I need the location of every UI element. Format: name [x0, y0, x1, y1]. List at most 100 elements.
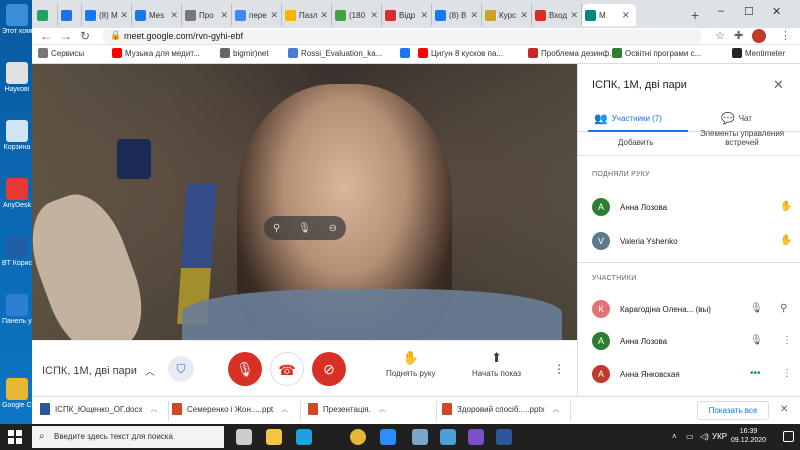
network-icon[interactable]: ▭: [686, 432, 694, 441]
tab-close-icon[interactable]: ✕: [520, 10, 528, 21]
meeting-details-button[interactable]: ІСПК, 1М, дві пари ︿: [42, 363, 155, 379]
download-item[interactable]: ІСПК_Ющенко_ОГ.docx ︿: [40, 403, 158, 415]
bookmark-item[interactable]: Освітні програми с...: [612, 48, 701, 58]
browser-tab[interactable]: М ✕: [582, 4, 636, 26]
desktop-icon[interactable]: Корзина: [2, 120, 32, 152]
maximize-icon[interactable]: ☐: [744, 5, 754, 18]
tab-close-icon[interactable]: ✕: [320, 10, 328, 21]
close-panel-icon[interactable]: ✕: [773, 77, 784, 93]
pin-icon[interactable]: ⚲: [273, 223, 280, 234]
more-options-icon[interactable]: ⋮: [782, 335, 792, 346]
audio-level-icon[interactable]: •••: [750, 368, 761, 379]
tab-close-icon[interactable]: ✕: [470, 10, 478, 21]
video-tile[interactable]: ⚲ 🎙 ⊖: [32, 64, 577, 340]
browser-tab[interactable]: Про ✕: [182, 4, 232, 26]
desktop-icon[interactable]: Google Chrome: [2, 378, 32, 410]
chevron-up-icon[interactable]: ︿: [379, 404, 386, 414]
tab-close-icon[interactable]: ✕: [170, 10, 178, 21]
raise-hand-button[interactable]: ✋ Поднять руку: [386, 350, 435, 378]
tab-close-icon[interactable]: ✕: [622, 10, 630, 21]
image-icon[interactable]: [412, 429, 428, 445]
address-bar[interactable]: 🔒 meet.google.com/rvn-gyhi-ebf: [102, 29, 702, 44]
mic-off-icon[interactable]: 🎙: [750, 303, 763, 314]
forward-icon[interactable]: →: [60, 29, 72, 43]
remove-icon[interactable]: ⊖: [329, 223, 337, 234]
more-options-icon[interactable]: ⋮: [553, 362, 565, 376]
bookmark-item[interactable]: Сервисы: [38, 48, 84, 58]
viber-icon[interactable]: [468, 429, 484, 445]
bookmark-item[interactable]: Mentimeter: [732, 48, 785, 58]
shield-icon[interactable]: ⛉: [168, 356, 194, 382]
tab-close-icon[interactable]: ✕: [120, 10, 128, 21]
close-downloads-icon[interactable]: ✕: [780, 404, 788, 415]
browser-tab[interactable]: [34, 4, 58, 26]
more-options-icon[interactable]: ⋮: [782, 368, 792, 379]
show-all-downloads-button[interactable]: Показать все: [697, 401, 769, 420]
tab-close-icon[interactable]: ✕: [220, 10, 228, 21]
present-button[interactable]: ⬆ Начать показ: [472, 350, 521, 378]
browser-tab[interactable]: (8) M ✕: [82, 4, 132, 26]
chrome-icon[interactable]: [350, 429, 366, 445]
mic-off-icon[interactable]: 🎙: [750, 335, 763, 346]
chevron-up-icon[interactable]: ︿: [151, 404, 158, 414]
browser-tab[interactable]: (8) B ✕: [432, 4, 482, 26]
browser-tab[interactable]: Пазл ✕: [282, 4, 332, 26]
mic-off-button[interactable]: 🎙: [228, 352, 262, 386]
bookmark-item[interactable]: Музыка для медит...: [112, 48, 200, 58]
tab-close-icon[interactable]: ✕: [270, 10, 278, 21]
new-tab-button[interactable]: +: [691, 7, 699, 23]
leave-call-button[interactable]: ☎: [270, 352, 304, 386]
desktop-icon[interactable]: Этот компьютер: [2, 4, 32, 36]
notifications-icon[interactable]: [783, 431, 794, 442]
explorer-icon[interactable]: [266, 429, 282, 445]
tab-close-icon[interactable]: ✕: [570, 10, 578, 21]
pin-icon[interactable]: ⚲: [780, 303, 787, 314]
browser-tab[interactable]: пере ✕: [232, 4, 282, 26]
browser-tab[interactable]: (180 ✕: [332, 4, 382, 26]
browser-tab[interactable]: Відр ✕: [382, 4, 432, 26]
bookmark-item[interactable]: Цигун 8 кусков па...: [418, 48, 503, 58]
task-view-icon[interactable]: [236, 429, 252, 445]
extensions-icon[interactable]: ✚: [734, 29, 743, 42]
windows-start-button[interactable]: [8, 430, 22, 444]
browser-tab[interactable]: Вход ✕: [532, 4, 582, 26]
tab-chat[interactable]: 💬 Чат: [721, 112, 752, 125]
download-item[interactable]: Презентація. ︿: [308, 403, 386, 415]
desktop-icon[interactable]: AnyDesk: [2, 178, 32, 210]
hand-icon[interactable]: ✋: [780, 201, 792, 212]
language-indicator[interactable]: УКР: [712, 432, 727, 441]
tab-close-icon[interactable]: ✕: [420, 10, 428, 21]
desktop-icon[interactable]: BT Користу...: [2, 236, 32, 268]
bookmark-item[interactable]: [400, 48, 413, 58]
browser-tab[interactable]: Mes ✕: [132, 4, 182, 26]
chevron-up-icon[interactable]: ︿: [281, 404, 288, 414]
mic-icon[interactable]: 🎙: [298, 223, 311, 234]
add-people-button[interactable]: Добавить: [618, 138, 653, 147]
tab-close-icon[interactable]: ✕: [370, 10, 378, 21]
back-icon[interactable]: ←: [40, 29, 52, 43]
reload-icon[interactable]: ↻: [80, 29, 90, 43]
download-item[interactable]: Здоровий спосіб.....pptx ︿: [442, 403, 560, 415]
meeting-controls-button[interactable]: Элементы управления встречей: [696, 129, 788, 147]
profile-avatar[interactable]: [752, 29, 766, 43]
minimize-icon[interactable]: –: [718, 5, 724, 17]
tray-chevron-icon[interactable]: ˄: [672, 432, 677, 441]
taskbar-search-box[interactable]: ⌕ Введите здесь текст для поиска: [32, 426, 224, 448]
close-icon[interactable]: ✕: [772, 5, 781, 18]
edge-icon[interactable]: [296, 429, 312, 445]
hand-icon[interactable]: ✋: [780, 235, 792, 246]
camera-off-button[interactable]: ⊘: [312, 352, 346, 386]
bookmark-item[interactable]: bigmir)net: [220, 48, 269, 58]
desktop-icon[interactable]: Панель управле...: [2, 294, 32, 326]
tab-participants[interactable]: 👥 Участники (7): [594, 112, 662, 125]
menu-icon[interactable]: ⋮: [780, 29, 791, 42]
star-icon[interactable]: ☆: [715, 29, 725, 42]
volume-icon[interactable]: ◁): [700, 432, 709, 441]
word-icon[interactable]: [496, 429, 512, 445]
app-icon[interactable]: [440, 429, 456, 445]
clock[interactable]: 16:39 09.12.2020: [731, 427, 766, 445]
bookmark-item[interactable]: Rossi_Evaluation_ka...: [288, 48, 382, 58]
zoom-icon[interactable]: [380, 429, 396, 445]
download-item[interactable]: Семеренко і Жон.....ppt ︿: [172, 403, 288, 415]
desktop-icon[interactable]: Наукові: [2, 62, 32, 94]
